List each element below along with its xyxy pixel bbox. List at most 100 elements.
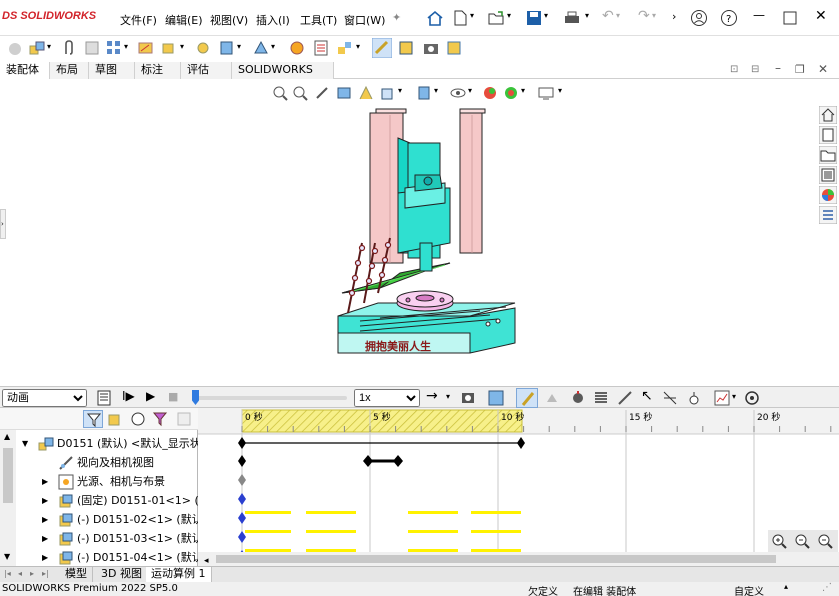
redo-icon[interactable]: ↷ (638, 8, 650, 24)
keypoint-part-03[interactable] (238, 531, 246, 543)
doc-minimize-icon[interactable]: – (775, 61, 781, 75)
tab-layout[interactable]: 布局 (50, 62, 89, 79)
timeline-canvas[interactable]: 0 秒5 秒 10 秒 15 秒 20 秒 ◂ (198, 408, 839, 566)
show-hidden-components-icon[interactable] (194, 39, 212, 57)
tree-row-part-03[interactable]: ▶ (-) D0151-03<1> (默认) - (0, 529, 198, 548)
tile-panel-icon[interactable]: ⊟ (751, 64, 759, 75)
zoom-out-timeline-icon[interactable] (817, 533, 833, 549)
play-from-start-icon[interactable]: I▶ (122, 389, 135, 403)
motion-bar[interactable] (245, 511, 291, 514)
motion-bar[interactable] (245, 530, 291, 533)
play-icon[interactable]: ▶ (146, 389, 155, 403)
tab-scroll-last-icon[interactable]: ▸| (42, 569, 49, 578)
motion-timeline[interactable]: 0 秒5 秒 10 秒 15 秒 20 秒 ◂ (198, 408, 839, 566)
tab-3d-view[interactable]: 3D 视图 (96, 567, 148, 582)
orientation-dropdown-chevron-icon[interactable]: ▾ (398, 86, 402, 95)
scene-dropdown-chevron-icon[interactable]: ▾ (521, 86, 525, 95)
filter-results-icon[interactable] (152, 411, 168, 427)
tree-row-view-camera[interactable]: 视向及相机视图 (0, 453, 198, 472)
keypoint-lights[interactable] (238, 474, 246, 486)
tab-solidworks-addins[interactable]: SOLIDWORKS 插件 (232, 62, 334, 92)
help-icon[interactable]: ? (720, 9, 738, 27)
new-motion-study-icon[interactable] (288, 39, 306, 57)
pin-icon[interactable]: ✦ (392, 11, 401, 24)
keypoint-view-start[interactable] (238, 455, 246, 467)
print-dropdown-chevron-icon[interactable]: ▾ (585, 11, 589, 20)
keypoint-view-b[interactable] (393, 455, 403, 467)
features-dropdown-chevron-icon[interactable]: ▾ (237, 42, 241, 51)
expand-arrow-icon[interactable]: ▶ (42, 510, 48, 529)
gravity-icon[interactable] (686, 390, 702, 406)
save-dropdown-chevron-icon[interactable]: ▾ (544, 11, 548, 20)
tab-scroll-next-icon[interactable]: ▸ (30, 569, 34, 578)
assembly-model-view[interactable]: 拥抱美丽人生 (320, 103, 540, 365)
tab-scroll-prev-icon[interactable]: ◂ (18, 569, 22, 578)
autokey-button[interactable] (516, 388, 538, 408)
maximize-icon[interactable] (783, 11, 797, 25)
apply-scene-icon[interactable] (503, 85, 519, 101)
undo-dropdown-chevron-icon[interactable]: ▾ (616, 11, 620, 20)
damper-icon[interactable] (617, 390, 633, 406)
motion-bar[interactable] (471, 549, 521, 552)
filter-animated-button[interactable] (83, 410, 103, 428)
keypoint-assembly-end[interactable] (517, 437, 525, 449)
minimize-icon[interactable]: — (753, 8, 765, 22)
pattern-dropdown-chevron-icon[interactable]: ▾ (124, 42, 128, 51)
force-arrow-icon[interactable]: ↖ (641, 388, 653, 404)
playback-slider-track[interactable] (192, 396, 347, 400)
doc-restore-icon[interactable]: ❐ (795, 63, 805, 76)
tree-row-part-04[interactable]: ▶ (-) D0151-04<1> (默认) - (0, 548, 198, 566)
hide-show-dropdown-chevron-icon[interactable]: ▾ (468, 86, 472, 95)
exploded-view-icon[interactable] (336, 39, 354, 57)
stop-icon[interactable]: ■ (168, 390, 178, 403)
previous-view-icon[interactable] (314, 85, 330, 101)
menu-tools[interactable]: 工具(T) (300, 12, 337, 28)
exploded-dropdown-chevron-icon[interactable]: ▾ (356, 42, 360, 51)
timeline-hscroll-thumb[interactable] (216, 555, 776, 563)
assembly-icon[interactable] (28, 39, 46, 57)
view-palette-icon[interactable] (819, 166, 837, 184)
results-dropdown-chevron-icon[interactable]: ▾ (732, 392, 736, 401)
component-preview-icon[interactable] (83, 39, 101, 57)
menu-edit[interactable]: 编辑(E) (165, 12, 203, 28)
collapse-panel-icon[interactable]: ⊡ (730, 64, 738, 75)
expand-arrow-icon[interactable]: ▶ (42, 491, 48, 510)
file-explorer-icon[interactable] (819, 146, 837, 164)
results-plots-icon[interactable] (714, 390, 730, 406)
menu-file[interactable]: 文件(F) (120, 12, 157, 28)
zoom-to-area-icon[interactable] (292, 85, 308, 101)
bill-of-materials-icon[interactable] (312, 39, 330, 57)
contact-icon[interactable] (662, 390, 678, 406)
motion-bar[interactable] (471, 511, 521, 514)
resize-grip-icon[interactable]: ⋰ (822, 582, 832, 593)
home-icon[interactable] (425, 9, 445, 27)
motion-study-properties-icon[interactable] (744, 390, 760, 406)
playback-mode-dropdown-chevron-icon[interactable]: ▾ (446, 392, 450, 401)
open-dropdown-chevron-icon[interactable]: ▾ (507, 11, 511, 20)
hide-show-items-icon[interactable] (450, 85, 466, 101)
mate-paperclip-icon[interactable] (60, 39, 78, 57)
tree-row-lights[interactable]: ▶ 光源、相机与布景 (0, 472, 198, 491)
tab-assembly[interactable]: 装配体 (0, 62, 50, 79)
assembly-dropdown-chevron-icon[interactable]: ▾ (47, 42, 51, 51)
add-key-icon[interactable] (544, 390, 560, 406)
motion-bar[interactable] (408, 511, 458, 514)
zoom-to-fit-timeline-icon[interactable] (794, 533, 810, 549)
keypoint-view-a[interactable] (363, 455, 373, 467)
take-snapshot-icon[interactable] (422, 39, 440, 57)
display-style-dropdown-chevron-icon[interactable]: ▾ (434, 86, 438, 95)
instant3d-icon[interactable] (372, 38, 392, 58)
zoom-in-timeline-icon[interactable] (771, 533, 787, 549)
tab-markup[interactable]: 标注 (135, 62, 181, 79)
close-icon[interactable]: ✕ (815, 8, 827, 24)
new-dropdown-chevron-icon[interactable]: ▾ (470, 11, 474, 20)
collapse-arrow-icon[interactable]: ▼ (22, 434, 28, 453)
motion-bar[interactable] (408, 530, 458, 533)
doc-close-icon[interactable]: ✕ (818, 62, 828, 76)
expand-arrow-icon[interactable]: ▶ (42, 472, 48, 491)
filter-driving-icon[interactable] (107, 411, 123, 427)
keypoint-assembly-start[interactable] (238, 437, 246, 449)
expand-arrow-icon[interactable]: ▶ (42, 548, 48, 566)
solidworks-resources-home-icon[interactable] (819, 106, 837, 124)
tree-row-part-01[interactable]: ▶ (固定) D0151-01<1> (默认 (0, 491, 198, 510)
